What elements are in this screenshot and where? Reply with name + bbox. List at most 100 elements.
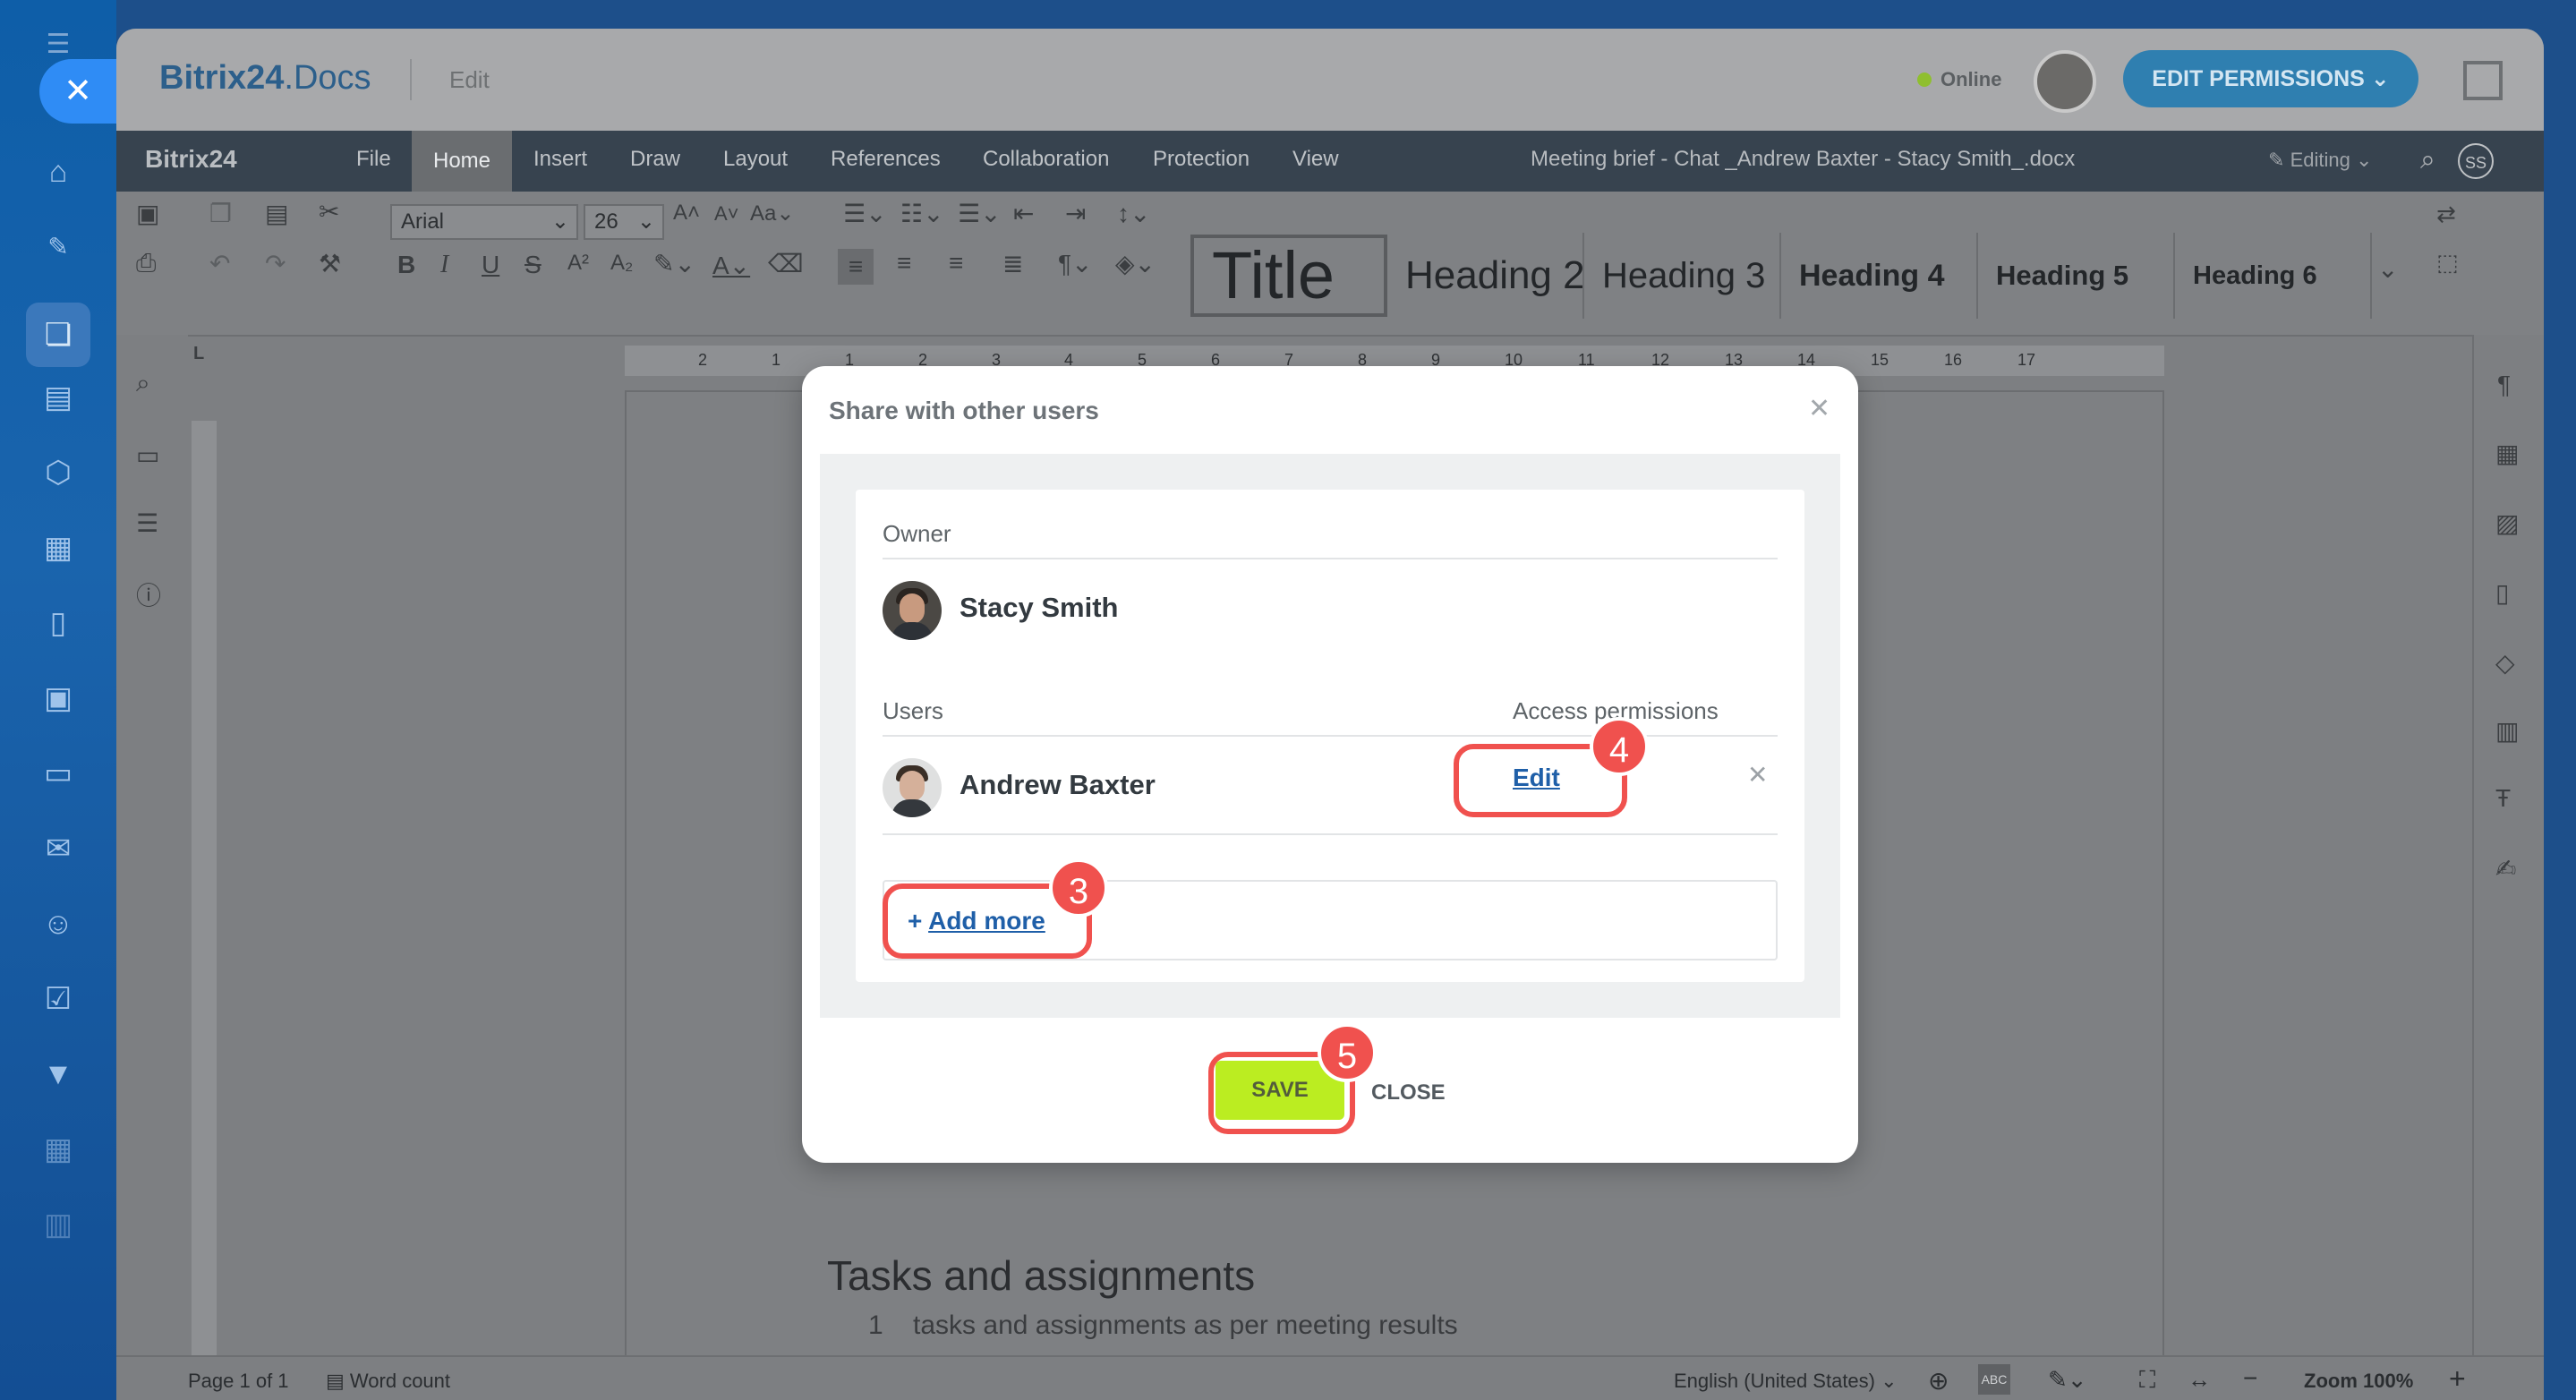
select-icon[interactable]: ⬚ (2436, 249, 2459, 277)
tab-layout[interactable]: Layout (723, 147, 788, 172)
clear-format-icon[interactable]: ⌫ (768, 249, 804, 278)
spellcheck-icon[interactable]: ABC (1978, 1364, 2010, 1395)
contacts-icon[interactable]: ☺ (40, 906, 76, 942)
document-list-item[interactable]: 1 tasks and assignments as per meeting r… (868, 1310, 1458, 1341)
drive-icon[interactable]: ▭ (40, 755, 76, 791)
navigation-icon[interactable]: ☰ (136, 508, 158, 538)
style-heading-4[interactable]: Heading 4 (1781, 233, 1978, 319)
mail-icon[interactable]: ✉ (40, 831, 76, 866)
shape-settings-icon[interactable]: ◇ (2495, 648, 2515, 678)
funnel-icon[interactable]: ▼ (40, 1056, 76, 1092)
paste-icon[interactable]: ▤ (265, 199, 288, 228)
zoom-out-icon[interactable]: − (2243, 1364, 2257, 1393)
align-left-icon[interactable]: ≡ (838, 249, 874, 285)
style-heading-6[interactable]: Heading 6 (2175, 233, 2372, 319)
highlight-icon[interactable]: ✎⌄ (653, 249, 695, 278)
change-case-icon[interactable]: Aa⌄ (750, 201, 794, 226)
styles-expand-icon[interactable]: ⌄ (2377, 254, 2398, 284)
zoom-in-icon[interactable]: + (2449, 1362, 2466, 1396)
italic-icon[interactable]: I (440, 251, 448, 279)
paragraph-marks-icon[interactable]: ¶⌄ (1058, 249, 1093, 278)
tab-view[interactable]: View (1292, 147, 1339, 172)
zoom-level[interactable]: Zoom 100% (2304, 1370, 2413, 1393)
tab-collaboration[interactable]: Collaboration (983, 147, 1109, 172)
print-icon[interactable]: ⎙ (136, 249, 156, 278)
underline-icon[interactable]: U (482, 251, 499, 279)
shrink-font-icon[interactable]: A˅ (714, 202, 739, 226)
cut-icon[interactable]: ✂ (319, 197, 339, 226)
language-select[interactable]: English (United States) ⌄ (1674, 1370, 1898, 1393)
image-settings-icon[interactable]: ▨ (2495, 508, 2519, 538)
replace-icon[interactable]: ⇄ (2436, 201, 2456, 228)
comments-icon[interactable]: ▭ (136, 440, 159, 470)
multilevel-icon[interactable]: ☰⌄ (958, 199, 1002, 228)
tasks-icon[interactable]: ☑ (40, 981, 76, 1017)
document-heading[interactable]: Tasks and assignments (827, 1251, 1255, 1300)
tab-file[interactable]: File (356, 147, 391, 172)
editing-mode[interactable]: ✎ Editing ⌄ (2268, 149, 2372, 172)
tab-insert[interactable]: Insert (533, 147, 587, 172)
boards-icon[interactable]: ▣ (40, 680, 76, 716)
textart-icon[interactable]: Ŧ (2495, 784, 2511, 813)
save-icon[interactable]: ▣ (136, 199, 159, 228)
superscript-icon[interactable]: A² (567, 251, 589, 276)
expand-icon[interactable] (2463, 61, 2503, 100)
track-changes-icon[interactable]: ✎⌄ (2048, 1366, 2087, 1394)
store-icon[interactable]: ▥ (40, 1207, 76, 1242)
font-select[interactable]: Arial ⌄ (390, 204, 578, 240)
calendar-icon[interactable]: ▦ (40, 530, 76, 566)
fit-width-icon[interactable]: ↔ (2188, 1366, 2211, 1394)
word-count[interactable]: ▤ Word count (326, 1370, 450, 1393)
decrease-indent-icon[interactable]: ⇤ (1013, 199, 1034, 228)
user-badge[interactable]: SS (2458, 143, 2494, 179)
numbering-icon[interactable]: ☷⌄ (900, 199, 944, 228)
chat-icon[interactable]: ❏ (26, 303, 90, 367)
align-right-icon[interactable]: ≡ (949, 249, 963, 277)
tab-home[interactable]: Home (412, 131, 513, 192)
find-icon[interactable]: ⌕ (136, 369, 150, 398)
dialog-close-icon[interactable]: ✕ (1808, 393, 1830, 424)
vertical-ruler[interactable] (192, 421, 217, 1361)
increase-indent-icon[interactable]: ⇥ (1065, 199, 1086, 228)
page-count[interactable]: Page 1 of 1 (188, 1370, 289, 1393)
close-button[interactable]: CLOSE (1371, 1080, 1446, 1105)
groups-icon[interactable]: ⬡ (40, 455, 76, 491)
info-icon[interactable]: ⓘ (136, 576, 161, 612)
menu-icon[interactable]: ☰ (40, 27, 76, 63)
style-heading-5[interactable]: Heading 5 (1978, 233, 2175, 319)
bold-icon[interactable]: B (397, 251, 415, 279)
tab-protection[interactable]: Protection (1153, 147, 1250, 172)
close-slider-button[interactable]: ✕ (39, 59, 116, 124)
chart-settings-icon[interactable]: ▥ (2495, 716, 2519, 746)
tab-draw[interactable]: Draw (630, 147, 680, 172)
feed-icon[interactable]: ✎ (40, 229, 76, 265)
signature-icon[interactable]: ✍ (2495, 854, 2516, 884)
home-icon[interactable]: ⌂ (40, 154, 76, 190)
undo-icon[interactable]: ↶ (209, 249, 230, 278)
subscript-icon[interactable]: A₂ (610, 251, 633, 276)
search-icon[interactable]: ⌕ (2420, 145, 2435, 175)
tab-stop-icon[interactable]: L (193, 344, 204, 364)
line-spacing-icon[interactable]: ↕⌄ (1117, 199, 1150, 228)
copy-icon[interactable]: ❐ (209, 199, 232, 228)
grow-font-icon[interactable]: A˄ (673, 201, 700, 226)
edit-permissions-button[interactable]: EDIT PERMISSIONS ⌄ (2123, 50, 2418, 107)
remove-user-icon[interactable]: ✕ (1747, 760, 1768, 790)
shading-icon[interactable]: ◈⌄ (1115, 249, 1156, 278)
header-footer-icon[interactable]: ▯ (2495, 578, 2509, 608)
font-size-select[interactable]: 26 ⌄ (584, 204, 664, 240)
bullets-icon[interactable]: ☰⌄ (843, 199, 887, 228)
style-heading-3[interactable]: Heading 3 (1584, 233, 1781, 319)
style-heading-2[interactable]: Heading 2 (1387, 233, 1584, 319)
strikethrough-icon[interactable]: S (525, 251, 542, 279)
header-avatar[interactable] (2034, 50, 2096, 113)
font-color-icon[interactable]: A⌄ (712, 251, 750, 280)
tab-references[interactable]: References (831, 147, 941, 172)
globe-icon[interactable]: ⊕ (1928, 1366, 1949, 1396)
align-center-icon[interactable]: ≡ (897, 249, 911, 277)
news-icon[interactable]: ▤ (40, 380, 76, 415)
style-title[interactable]: Title (1190, 235, 1387, 317)
paragraph-settings-icon[interactable]: ¶ (2497, 371, 2511, 399)
sites-icon[interactable]: ▦ (40, 1131, 76, 1167)
format-painter-icon[interactable]: ⚒ (319, 249, 341, 278)
